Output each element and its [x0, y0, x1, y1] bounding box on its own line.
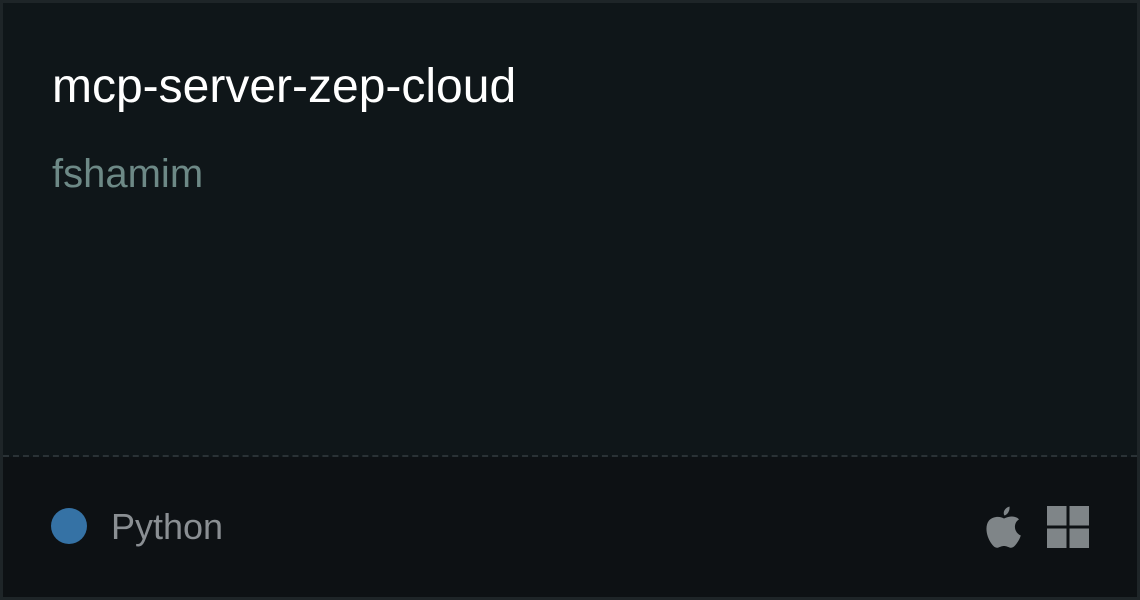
- card-header: mcp-server-zep-cloud fshamim: [3, 3, 1137, 455]
- windows-icon: [1047, 506, 1089, 548]
- repo-author[interactable]: fshamim: [52, 148, 203, 200]
- repo-title[interactable]: mcp-server-zep-cloud: [52, 55, 516, 119]
- card-footer: Python: [3, 457, 1137, 597]
- repo-card[interactable]: mcp-server-zep-cloud fshamim Python: [0, 0, 1140, 600]
- language-color-dot: [51, 508, 87, 544]
- platform-icons: [985, 505, 1089, 549]
- apple-icon: [986, 506, 1021, 548]
- language-label: Python: [111, 506, 224, 547]
